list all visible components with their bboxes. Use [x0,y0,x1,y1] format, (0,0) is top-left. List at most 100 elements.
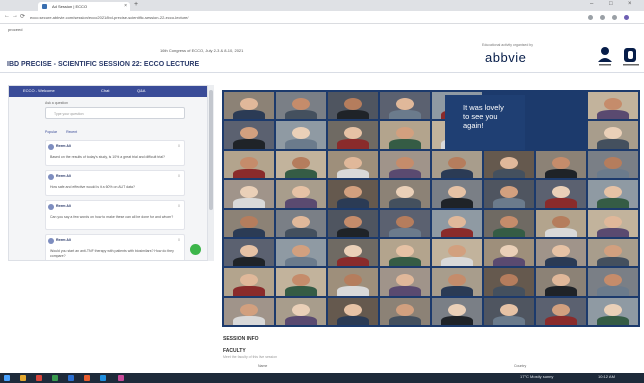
minimize-button[interactable]: – [590,1,593,7]
participant-face [604,244,622,257]
list-tabs: Popular Recent [45,130,185,136]
participant-body [597,168,629,179]
participant-body [337,227,369,237]
participant-face [396,303,414,316]
send-button[interactable] [190,244,201,255]
participant-body [597,256,629,267]
participant-body [337,198,369,208]
extension-icon[interactable] [588,15,593,20]
participant-face [292,127,310,140]
like-count[interactable]: 0 [178,204,180,208]
participant-video-tile [224,150,274,179]
participant-video-tile [432,238,482,267]
participant-body [389,168,421,179]
message-text: Based on the results of today's study, i… [50,155,165,159]
close-window-button[interactable]: × [628,1,632,7]
participant-body [285,286,317,296]
participant-face [604,98,622,111]
participant-face [500,244,518,257]
taskbar-app-icon[interactable] [52,375,58,381]
participant-face [240,98,258,111]
participant-face [500,274,518,287]
participant-body [441,198,473,208]
browser-tab[interactable]: Ad Session | ECCO × [38,2,130,11]
participant-face [292,274,310,287]
new-tab-button[interactable]: + [134,1,138,8]
participant-body [337,315,369,325]
taskbar-app-icon[interactable] [118,375,124,381]
participant-face [552,244,570,257]
tab-qa[interactable]: Q&A [137,88,145,93]
taskbar-app-icon[interactable] [68,375,74,381]
participant-body [493,198,525,208]
participant-face [292,215,310,228]
participant-face [604,303,622,316]
participant-face [344,244,362,257]
participant-body [389,110,421,120]
participant-video-tile [432,209,482,237]
participant-face [396,127,414,140]
participant-body [233,315,265,325]
maximize-button[interactable]: □ [609,1,613,7]
participant-video-tile [328,238,378,267]
participant-video-tile [536,297,586,325]
participant-body [233,198,265,208]
taskbar-app-icon[interactable] [36,375,42,381]
like-count[interactable]: 0 [178,238,180,242]
tab-recent[interactable]: Recent [66,130,77,134]
participant-body [545,227,577,237]
clock[interactable]: 10:12 AM [598,374,615,379]
like-count[interactable]: 0 [178,144,180,148]
participant-body [545,286,577,296]
reload-button[interactable]: ⟳ [20,13,25,20]
tab-title: Ad Session | ECCO [52,4,88,9]
start-icon[interactable] [4,375,10,381]
participant-body [389,256,421,267]
taskbar-app-icon[interactable] [84,375,90,381]
bookmarks-bar: proceed [0,25,644,34]
tab-chat[interactable]: Chat [101,88,109,93]
participant-body [597,315,629,325]
participant-body [441,315,473,325]
bookmark-item[interactable]: proceed [8,27,22,32]
participant-video-tile [380,121,430,149]
tab-favicon-icon [42,4,47,9]
congress-info: 16th Congress of ECCO, July 2-3 & 8-10, … [160,48,244,53]
participant-face [604,156,622,169]
participant-body [545,198,577,208]
participant-face [500,215,518,228]
participant-body [233,110,265,120]
participant-body [285,110,317,120]
participant-face [604,274,622,287]
taskbar-app-icon[interactable] [20,375,26,381]
profile-avatar-icon[interactable] [624,15,629,20]
extension-icon[interactable] [612,15,617,20]
tab-close-icon[interactable]: × [124,2,127,11]
message-author: Reem Ali [56,144,71,148]
participant-body [493,168,525,179]
weather-tray[interactable]: 17°C Mostly sunny [520,374,553,379]
participant-body [285,198,317,208]
tab-welcome[interactable]: ECCO - Welcome [23,88,55,93]
participant-video-tile [380,268,430,296]
like-count[interactable]: 0 [178,174,180,178]
participant-body [597,198,629,208]
chat-scrollbar-thumb[interactable] [209,90,213,210]
avatar [48,204,54,210]
participant-body [441,256,473,267]
profile-icon[interactable] [596,44,614,68]
back-button[interactable]: ← [4,13,10,19]
participant-body [233,286,265,296]
participant-face [344,215,362,228]
extension-icon[interactable] [600,15,605,20]
tab-popular[interactable]: Popular [45,130,57,134]
participant-video-tile [432,268,482,296]
taskbar-app-icon[interactable] [100,375,106,381]
forward-button[interactable]: → [12,13,18,19]
participant-video-tile [588,297,638,325]
chat-message: Reem Ali 0 Can you say a few words on ho… [45,200,185,230]
chat-panel-header: ECCO - Welcome Chat Q&A [9,86,207,97]
url-field[interactable]: ecco.secure.abbvie.com/session/ecco2021/… [30,14,550,22]
question-input[interactable]: Type your question [45,107,185,119]
participant-body [337,256,369,267]
